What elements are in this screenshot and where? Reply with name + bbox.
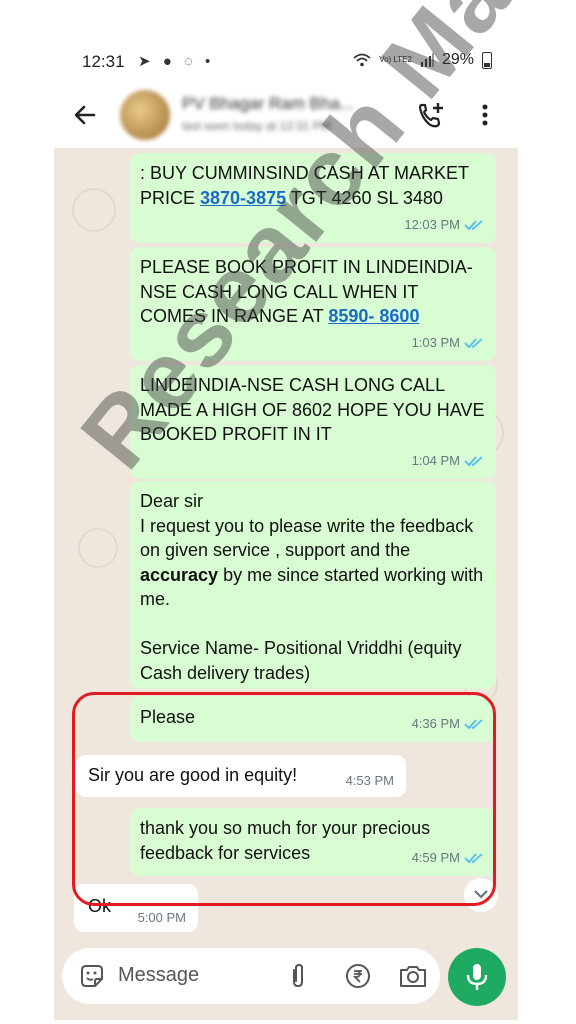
double-check-icon [464, 456, 483, 467]
bold-text: accuracy [140, 564, 219, 585]
message-link[interactable]: 8590- 8600 [328, 306, 419, 326]
more-vert-icon[interactable] [478, 100, 492, 130]
attach-icon[interactable] [286, 962, 310, 990]
rupee-icon[interactable] [344, 962, 372, 990]
message-placeholder: Message [118, 964, 200, 986]
sticker-icon[interactable] [78, 962, 106, 990]
message-input[interactable]: Message [62, 948, 440, 1004]
message-time: 1:04 PM [411, 452, 460, 468]
highlight-box [72, 692, 496, 906]
message-meta: 12:03 PM [404, 213, 484, 238]
mic-button[interactable] [448, 948, 506, 1006]
mic-icon [466, 964, 488, 990]
avatar[interactable] [120, 90, 170, 140]
status-time: 12:31 [82, 52, 125, 71]
notification-icons: ➤ ● ◌ • [138, 53, 215, 70]
message-time: 12:03 PM [404, 216, 460, 232]
message-text: Dear sir I request you to please write t… [140, 491, 484, 683]
message-meta: 1:03 PM [412, 331, 484, 356]
double-check-icon [464, 338, 483, 349]
message-bubble-outgoing[interactable]: Dear sir I request you to please write t… [130, 481, 496, 689]
message-meta: 5:00 PM [138, 906, 186, 931]
double-check-icon [464, 220, 483, 231]
back-arrow-icon[interactable] [70, 100, 100, 130]
wallpaper-doodle [78, 528, 118, 568]
wallpaper-doodle [72, 188, 116, 232]
message-time: 5:00 PM [137, 909, 186, 925]
message-meta: 1:04 PM [412, 449, 484, 474]
camera-icon[interactable] [398, 962, 428, 990]
input-bar: Message [54, 940, 518, 1020]
message-time: 1:03 PM [411, 334, 460, 350]
